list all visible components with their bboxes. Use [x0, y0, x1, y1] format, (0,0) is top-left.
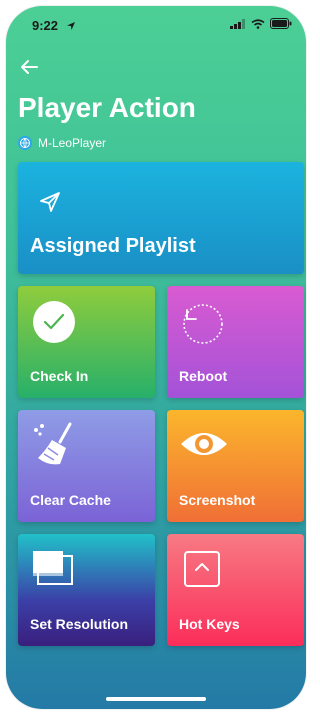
hot-keys-button[interactable]: Hot Keys: [167, 534, 304, 646]
player-name: M-LeoPlayer: [38, 136, 107, 150]
assigned-playlist-button[interactable]: Assigned Playlist: [18, 162, 304, 274]
clear-cache-button[interactable]: Clear Cache: [18, 410, 155, 522]
set-resolution-label: Set Resolution: [30, 616, 129, 632]
signal-icon: [230, 18, 245, 29]
app-screen: 9:22 Player Action M-LeoPlayer Assigned …: [6, 6, 306, 709]
resolution-icon: [30, 548, 76, 593]
send-icon: [38, 190, 62, 219]
caret-up-square-icon: [183, 550, 221, 593]
eye-icon: [179, 428, 229, 465]
check-in-button[interactable]: Check In: [18, 286, 155, 398]
page-title: Player Action: [18, 92, 196, 123]
battery-icon: [270, 18, 292, 29]
hot-keys-label: Hot Keys: [179, 616, 240, 632]
reboot-label: Reboot: [179, 368, 228, 384]
home-indicator[interactable]: [106, 697, 206, 701]
screenshot-button[interactable]: Screenshot: [167, 410, 304, 522]
status-bar: 9:22: [6, 6, 306, 38]
globe-icon: [18, 136, 32, 150]
arrow-left-icon: [21, 60, 38, 74]
status-time: 9:22: [32, 18, 59, 33]
broom-icon: [30, 420, 80, 475]
check-circle-icon: [32, 300, 76, 349]
refresh-circle-icon: [181, 302, 225, 351]
check-in-label: Check In: [30, 368, 89, 384]
player-info: M-LeoPlayer: [18, 136, 106, 150]
back-button[interactable]: [18, 56, 40, 78]
screenshot-label: Screenshot: [179, 492, 256, 508]
clear-cache-label: Clear Cache: [30, 492, 111, 508]
reboot-button[interactable]: Reboot: [167, 286, 304, 398]
assigned-playlist-label: Assigned Playlist: [30, 235, 196, 257]
location-icon: [66, 18, 76, 36]
status-icons: [230, 18, 292, 29]
wifi-icon: [251, 18, 265, 29]
set-resolution-button[interactable]: Set Resolution: [18, 534, 155, 646]
